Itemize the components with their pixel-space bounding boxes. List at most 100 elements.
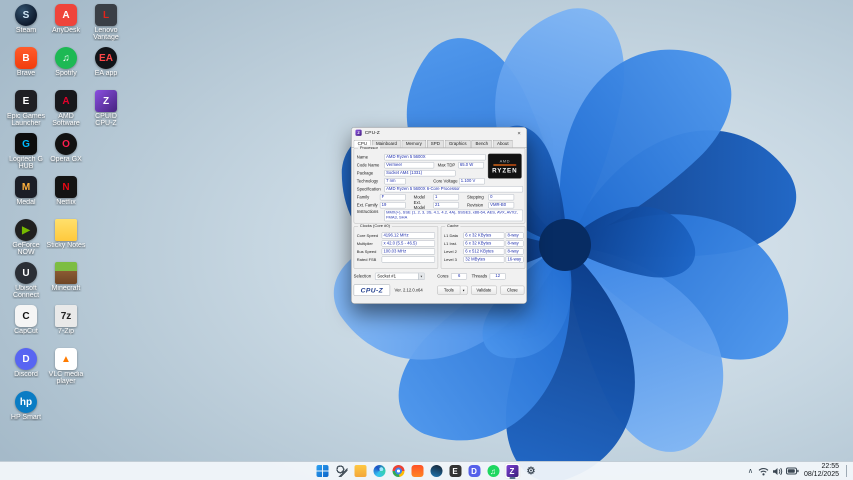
desktop-icon-lenovo-vantage[interactable]: L Lenovo Vantage [86, 4, 126, 47]
desktop-icon-amd-software[interactable]: A AMD Software [46, 90, 86, 133]
ext-family-field: 19 [379, 202, 406, 209]
cache-legend: Cache [445, 223, 461, 228]
technology-label: Technology [356, 178, 379, 184]
desktop-icon-label: Medal [16, 199, 36, 206]
desktop-icon-cpuz[interactable]: Z CPUID CPU-Z [86, 90, 126, 133]
desktop-column-2: A AnyDesk ♫ Spotify A AMD Software O Ope… [46, 4, 86, 434]
specification-label: Specification [356, 186, 381, 192]
desktop-icon-medal[interactable]: M Medal [6, 176, 46, 219]
cache-label: Level 3 [443, 257, 457, 262]
desktop-icon-discord[interactable]: D Discord [6, 348, 46, 391]
close-icon[interactable]: × [511, 127, 526, 138]
show-desktop-button[interactable] [846, 465, 849, 477]
desktop-icon-ea-app[interactable]: EA EA app [86, 47, 126, 90]
cache-size-field: 32 MBytes [463, 256, 505, 263]
threads-label: Threads [471, 273, 488, 279]
clock-value-field [381, 256, 436, 263]
taskbar-icon-glyph [392, 465, 404, 477]
brand-ryzen: RYZEN [492, 166, 518, 174]
tab[interactable]: Memory [401, 139, 426, 148]
core-voltage-label: Core Voltage [433, 178, 458, 184]
desktop-icon-anydesk[interactable]: A AnyDesk [46, 4, 86, 47]
brand-orange-bar [493, 164, 517, 166]
hidden-icons-chevron-icon[interactable]: ∧ [748, 467, 753, 475]
code-name-label: Code Name [356, 162, 380, 168]
battery-icon[interactable] [785, 467, 799, 475]
desktop-icon-geforce-now[interactable]: ▶ GeForce NOW [6, 219, 46, 262]
clock[interactable]: 22:55 08/12/2025 [804, 463, 839, 479]
search-icon[interactable] [333, 463, 349, 479]
close-button[interactable]: Close [500, 285, 525, 295]
app-icon: 7z [55, 305, 77, 327]
processor-group: Processor AMD RYZEN Name AMD Ryzen 5 560… [353, 145, 526, 224]
validate-button[interactable]: Validate [471, 285, 497, 295]
clock-row: Core Speed 4196.12 MHz [356, 232, 436, 239]
name-field: AMD Ryzen 5 5600X [384, 154, 486, 161]
desktop-icon-hp-smart[interactable]: hp HP Smart [6, 391, 46, 434]
desktop-icon-vlc[interactable]: ▲ VLC media player [46, 348, 86, 391]
tools-dropdown-icon[interactable]: ▾ [460, 285, 468, 295]
tab[interactable]: SPD [426, 139, 444, 148]
discord-icon[interactable]: D [466, 463, 482, 479]
app-icon: ▲ [55, 348, 77, 370]
desktop-icon-label: Steam [15, 27, 37, 34]
desktop-icon-capcut[interactable]: C CapCut [6, 305, 46, 348]
brave-icon[interactable] [409, 463, 425, 479]
socket-select[interactable]: Socket #1 ▾ [375, 272, 425, 280]
desktop-icon-ghub[interactable]: G Logitech G HUB [6, 133, 46, 176]
taskbar-icon-glyph [335, 465, 347, 477]
settings-gear-icon[interactable]: ⚙ [523, 463, 539, 479]
tab[interactable]: Graphics [444, 139, 471, 148]
app-icon: U [15, 262, 37, 284]
wifi-icon[interactable] [758, 467, 769, 476]
cache-row: L1 Inst. 6 x 32 KBytes 8-way [443, 240, 524, 247]
cache-label: L1 Inst. [443, 241, 458, 246]
stepping-field: 0 [488, 194, 515, 201]
start-button[interactable] [314, 463, 330, 479]
cache-label: Level 2 [443, 249, 457, 254]
steam-icon[interactable] [428, 463, 444, 479]
tab[interactable]: Bench [471, 139, 493, 148]
app-icon [55, 219, 77, 241]
desktop-icon-steam[interactable]: S Steam [6, 4, 46, 47]
desktop-icon-epic-games[interactable]: E Epic Games Launcher [6, 90, 46, 133]
app-icon [55, 262, 77, 284]
cache-size-field: 6 x 32 KBytes [463, 240, 505, 247]
app-icon: G [15, 133, 37, 155]
spotify-icon[interactable]: ♫ [485, 463, 501, 479]
taskbar-center: E D ♫ Z ⚙ [314, 462, 539, 480]
window-titlebar[interactable]: Z CPU-Z × [351, 127, 527, 139]
code-name-field: Vermeer [384, 162, 435, 169]
desktop-icon-spotify[interactable]: ♫ Spotify [46, 47, 86, 90]
epic-games-icon[interactable]: E [447, 463, 463, 479]
tray-status-icons[interactable] [758, 467, 799, 476]
desktop-icon-brave[interactable]: B Brave [6, 47, 46, 90]
chrome-icon[interactable] [390, 463, 406, 479]
desktop-icon-sticky-notes[interactable]: Sticky Notes [46, 219, 86, 262]
tab[interactable]: About [492, 139, 513, 148]
threads-field: 12 [489, 273, 506, 280]
file-explorer-icon[interactable] [352, 463, 368, 479]
cpuz-logo: CPU-Z [353, 284, 391, 296]
ext-family-label: Ext. Family [356, 202, 378, 208]
ext-model-label: Ext. Model [413, 200, 426, 211]
edge-icon[interactable] [371, 463, 387, 479]
app-icon: E [15, 90, 37, 112]
desktop-icon-ubisoft[interactable]: U Ubisoft Connect [6, 262, 46, 305]
desktop-icon-netflix[interactable]: N Netflix [46, 176, 86, 219]
desktop-icon-minecraft[interactable]: Minecraft [46, 262, 86, 305]
clock-label: Core Speed [356, 233, 379, 238]
desktop-icon-label: Sticky Notes [46, 242, 86, 249]
cpuz-icon[interactable]: Z [504, 463, 520, 479]
clock-label: Rated FSB [356, 257, 377, 262]
desktop-icon-opera-gx[interactable]: O Opera GX [46, 133, 86, 176]
desktop-icon-7zip[interactable]: 7z 7-Zip [46, 305, 86, 348]
amd-ryzen-logo: AMD RYZEN [487, 153, 522, 179]
cache-size-field: 6 x 512 KBytes [463, 248, 505, 255]
chevron-down-icon[interactable]: ▾ [418, 273, 425, 280]
desktop-icon-label: CapCut [14, 328, 38, 335]
taskbar-icon-glyph [411, 465, 423, 477]
desktop-icon-label: Discord [14, 371, 38, 378]
tools-button[interactable]: Tools [437, 285, 461, 295]
volume-icon[interactable] [772, 467, 783, 476]
